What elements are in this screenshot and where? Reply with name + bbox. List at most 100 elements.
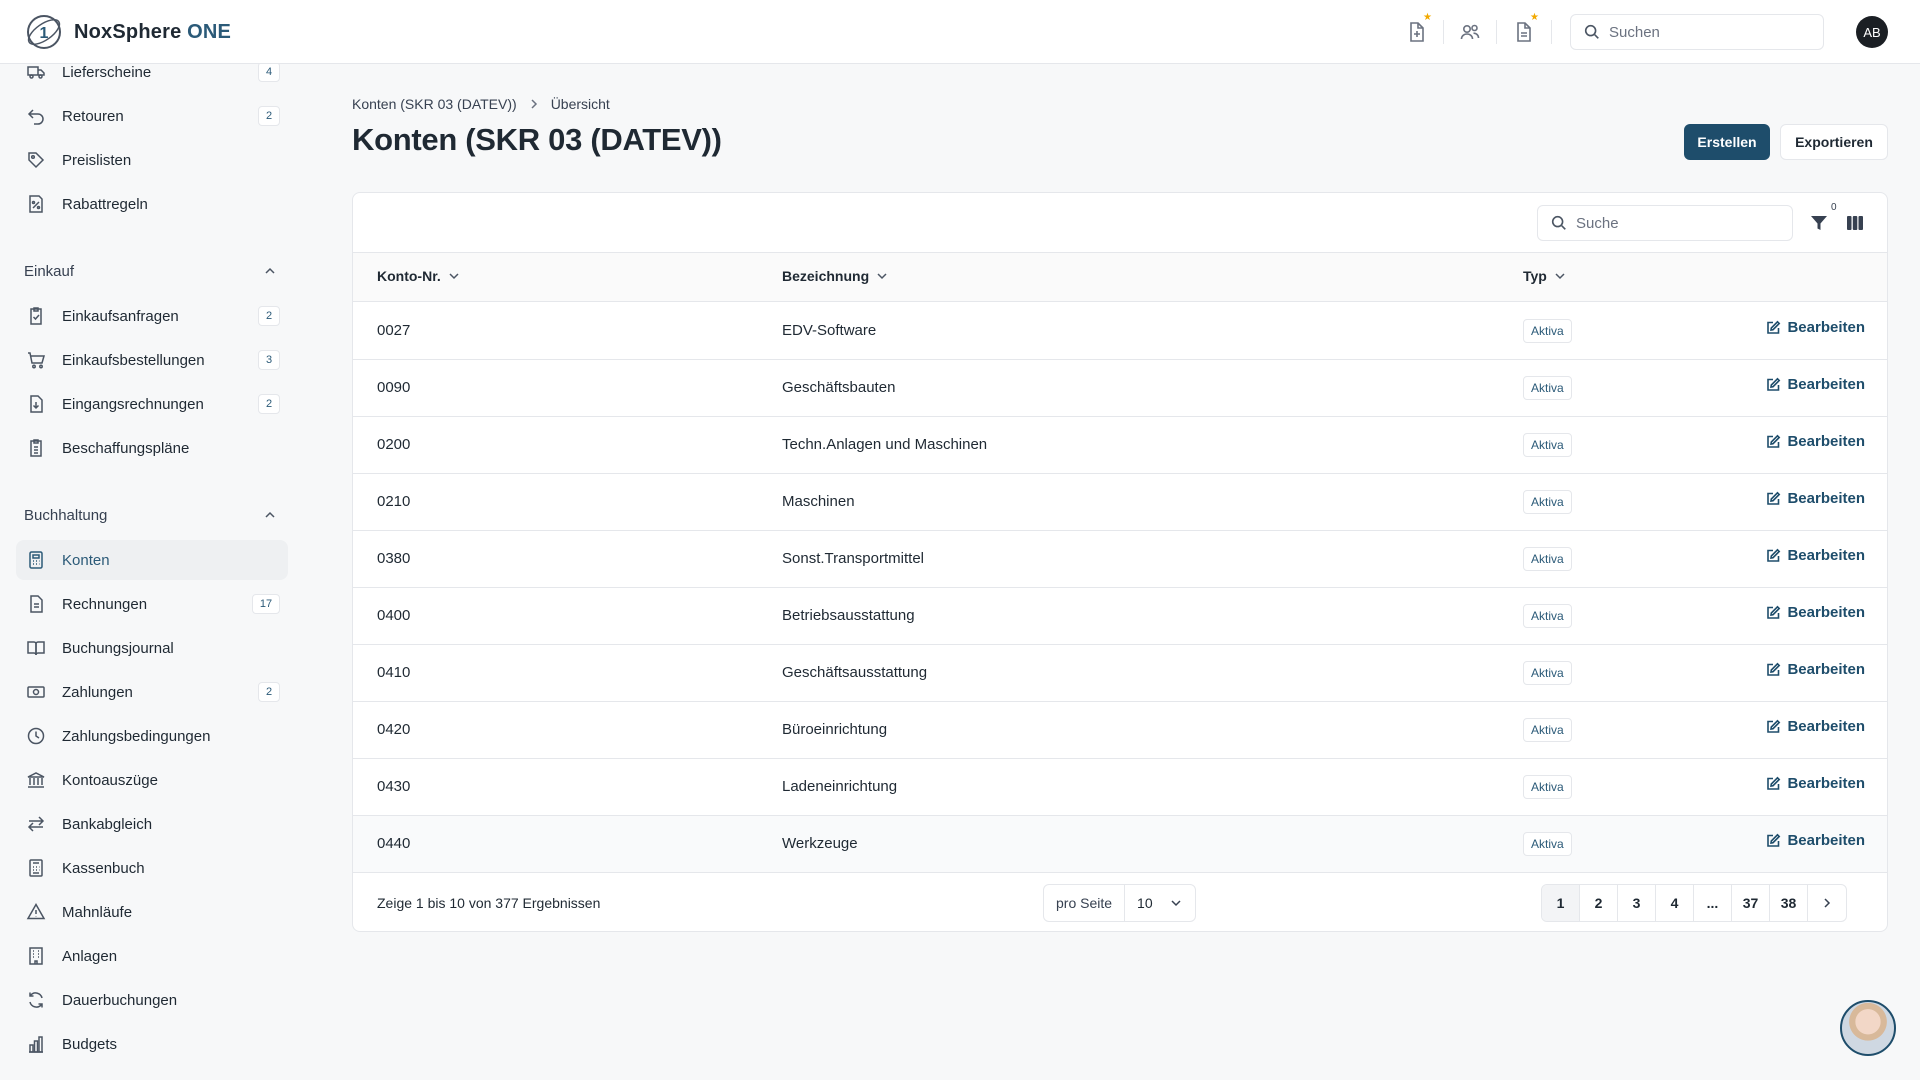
page-button[interactable]: 1 — [1542, 885, 1580, 921]
sidebar-item-label: Rechnungen — [62, 595, 148, 613]
account-name: Betriebsausstattung — [782, 607, 915, 624]
edit-button[interactable]: Bearbeiten — [1765, 718, 1865, 735]
per-page-select[interactable]: 10 — [1125, 885, 1195, 921]
sidebar-item-eingangsrechnungen[interactable]: Eingangsrechnungen 2 — [16, 384, 288, 424]
column-header-type[interactable]: Typ — [1523, 268, 1567, 284]
building-icon — [29, 947, 43, 965]
percent-icon — [29, 195, 43, 213]
page-button[interactable]: 2 — [1580, 885, 1618, 921]
page-button[interactable]: ... — [1694, 885, 1732, 921]
edit-button[interactable]: Bearbeiten — [1765, 775, 1865, 792]
next-page-button[interactable] — [1808, 885, 1846, 921]
count-badge: 2 — [258, 106, 280, 126]
table-row[interactable]: 0200 Techn.Anlagen und Maschinen Aktiva Bea… — [353, 417, 1887, 474]
account-name: Werkzeuge — [782, 835, 858, 852]
chevron-up-icon[interactable] — [262, 507, 278, 523]
sidebar-item-einkaufsanfragen[interactable]: Einkaufsanfragen 2 — [16, 296, 288, 336]
sidebar-item-label: Anlagen — [62, 947, 118, 965]
per-page-selector[interactable]: pro Seite 10 — [1043, 884, 1197, 922]
pagination: 1 2 3 4... 37 38 — [1541, 884, 1847, 922]
sidebar-item-lieferscheine[interactable]: Lieferscheine 4 — [16, 64, 288, 92]
page-button[interactable]: 37 — [1732, 885, 1770, 921]
create-button[interactable]: Erstellen — [1684, 124, 1770, 160]
brand-name: NoxSphere ONE — [74, 20, 232, 43]
edit-button[interactable]: Bearbeiten — [1765, 604, 1865, 621]
per-page-value: 10 — [1137, 895, 1153, 911]
avatar[interactable]: AB — [1856, 16, 1888, 48]
global-search-input[interactable] — [1609, 23, 1799, 41]
page-button[interactable]: 38 — [1770, 885, 1808, 921]
table-search-input[interactable] — [1576, 214, 1776, 232]
edit-button[interactable]: Bearbeiten — [1765, 661, 1865, 678]
column-header-number[interactable]: Konto-Nr. — [377, 268, 461, 284]
table-row[interactable]: 0090 Geschäftsbauten Aktiva Bearbeiten — [353, 360, 1887, 417]
brand[interactable]: 1 NoxSphere ONE — [24, 12, 231, 52]
type-badge: Aktiva — [1523, 832, 1572, 856]
table-toolbar: 0 — [353, 193, 1887, 253]
section-buchhaltung[interactable]: Buchhaltung — [24, 503, 278, 527]
table-row[interactable]: 0380 Sonst.Transportmittel Aktiva Bearbeite… — [353, 531, 1887, 588]
sidebar-item-label: Rabattregeln — [62, 195, 148, 213]
table-row[interactable]: 0440 Werkzeuge Aktiva Bearbeiten — [353, 816, 1887, 873]
count-badge: 2 — [258, 394, 280, 414]
sidebar-item-retouren[interactable]: Retouren 2 — [16, 96, 288, 136]
edit-button[interactable]: Bearbeiten — [1765, 376, 1865, 393]
columns-icon[interactable] — [1845, 213, 1865, 233]
chevron-up-icon[interactable] — [262, 263, 278, 279]
sidebar-item-preislisten[interactable]: Preislisten — [16, 140, 288, 180]
table-search[interactable] — [1537, 205, 1793, 241]
assistant-avatar[interactable] — [1840, 1000, 1896, 1056]
sidebar-item-label: Zahlungen — [62, 683, 133, 701]
page-button[interactable]: 3 — [1618, 885, 1656, 921]
table-row[interactable]: 0410 Geschäftsausstattung Aktiva Bearbeiten — [353, 645, 1887, 702]
section-einkauf[interactable]: Einkauf — [24, 259, 278, 283]
account-number: 0090 — [377, 379, 411, 396]
new-document-icon[interactable]: ★ — [1404, 13, 1432, 44]
chevron-down-icon — [1555, 273, 1565, 280]
per-page-label: pro Seite — [1044, 885, 1126, 921]
column-header-name[interactable]: Bezeichnung — [782, 268, 889, 284]
sidebar-item-rabattregeln[interactable]: Rabattregeln — [16, 184, 288, 224]
table-row[interactable]: 0400 Betriebsausstattung Aktiva Bearbeiten — [353, 588, 1887, 645]
sidebar-item-budgets[interactable]: Budgets — [16, 1024, 288, 1064]
account-name: Techn.Anlagen und Maschinen — [782, 436, 988, 453]
clipboard-list-icon — [30, 439, 42, 457]
sidebar-item-kontoauszuege[interactable]: Kontoauszüge — [16, 760, 288, 800]
edit-button[interactable]: Bearbeiten — [1765, 490, 1865, 507]
sidebar-item-label: Einkaufsbestellungen — [62, 351, 205, 369]
sidebar-item-kassenbuch[interactable]: Kassenbuch — [16, 848, 288, 888]
page-button[interactable]: 4 — [1656, 885, 1694, 921]
table-row[interactable]: 0027 EDV-Software Aktiva Bearbeiten — [353, 303, 1887, 360]
sidebar-item-rechnungen[interactable]: Rechnungen 17 — [16, 584, 288, 624]
table-row[interactable]: 0420 Büroeinrichtung Aktiva Bearbeiten — [353, 702, 1887, 759]
global-search[interactable] — [1570, 14, 1824, 50]
sidebar-item-label: Buchungsjournal — [62, 639, 174, 657]
sidebar-item-einkaufsbestellungen[interactable]: Einkaufsbestellungen 3 — [16, 340, 288, 380]
sidebar-item-zahlungsbedingungen[interactable]: Zahlungsbedingungen — [16, 716, 288, 756]
edit-button-label: Bearbeiten — [1787, 547, 1865, 564]
breadcrumb-link[interactable]: Konten (SKR 03 (DATEV)) — [352, 96, 517, 112]
sidebar-item-anlagen[interactable]: Anlagen — [16, 936, 288, 976]
edit-button[interactable]: Bearbeiten — [1765, 319, 1865, 336]
table-row[interactable]: 0210 Maschinen Aktiva Bearbeiten — [353, 474, 1887, 531]
sidebar-item-dauerbuchungen[interactable]: Dauerbuchungen — [16, 980, 288, 1020]
sidebar-item-zahlungen[interactable]: Zahlungen 2 — [16, 672, 288, 712]
sidebar-item-buchungsjournal[interactable]: Buchungsjournal — [16, 628, 288, 668]
cart-icon — [28, 352, 45, 369]
edit-button[interactable]: Bearbeiten — [1765, 433, 1865, 450]
document-icon[interactable]: ★ — [1511, 13, 1539, 44]
filter-count: 0 — [1831, 202, 1837, 213]
edit-button[interactable]: Bearbeiten — [1765, 832, 1865, 849]
sidebar-item-bankabgleich[interactable]: Bankabgleich — [16, 804, 288, 844]
account-number: 0410 — [377, 664, 411, 681]
filter-icon[interactable] — [1809, 213, 1829, 233]
export-button[interactable]: Exportieren — [1780, 124, 1888, 160]
sidebar-item-konten[interactable]: Konten — [16, 540, 288, 580]
type-badge: Aktiva — [1523, 661, 1572, 685]
sidebar-item-mahnlaeufe[interactable]: Mahnläufe — [16, 892, 288, 932]
sidebar-item-beschaffungsplaene[interactable]: Beschaffungspläne — [16, 428, 288, 468]
table-row[interactable]: 0430 Ladeneinrichtung Aktiva Bearbeiten — [353, 759, 1887, 816]
users-icon[interactable] — [1458, 20, 1482, 44]
edit-button[interactable]: Bearbeiten — [1765, 547, 1865, 564]
edit-button-label: Bearbeiten — [1787, 775, 1865, 792]
